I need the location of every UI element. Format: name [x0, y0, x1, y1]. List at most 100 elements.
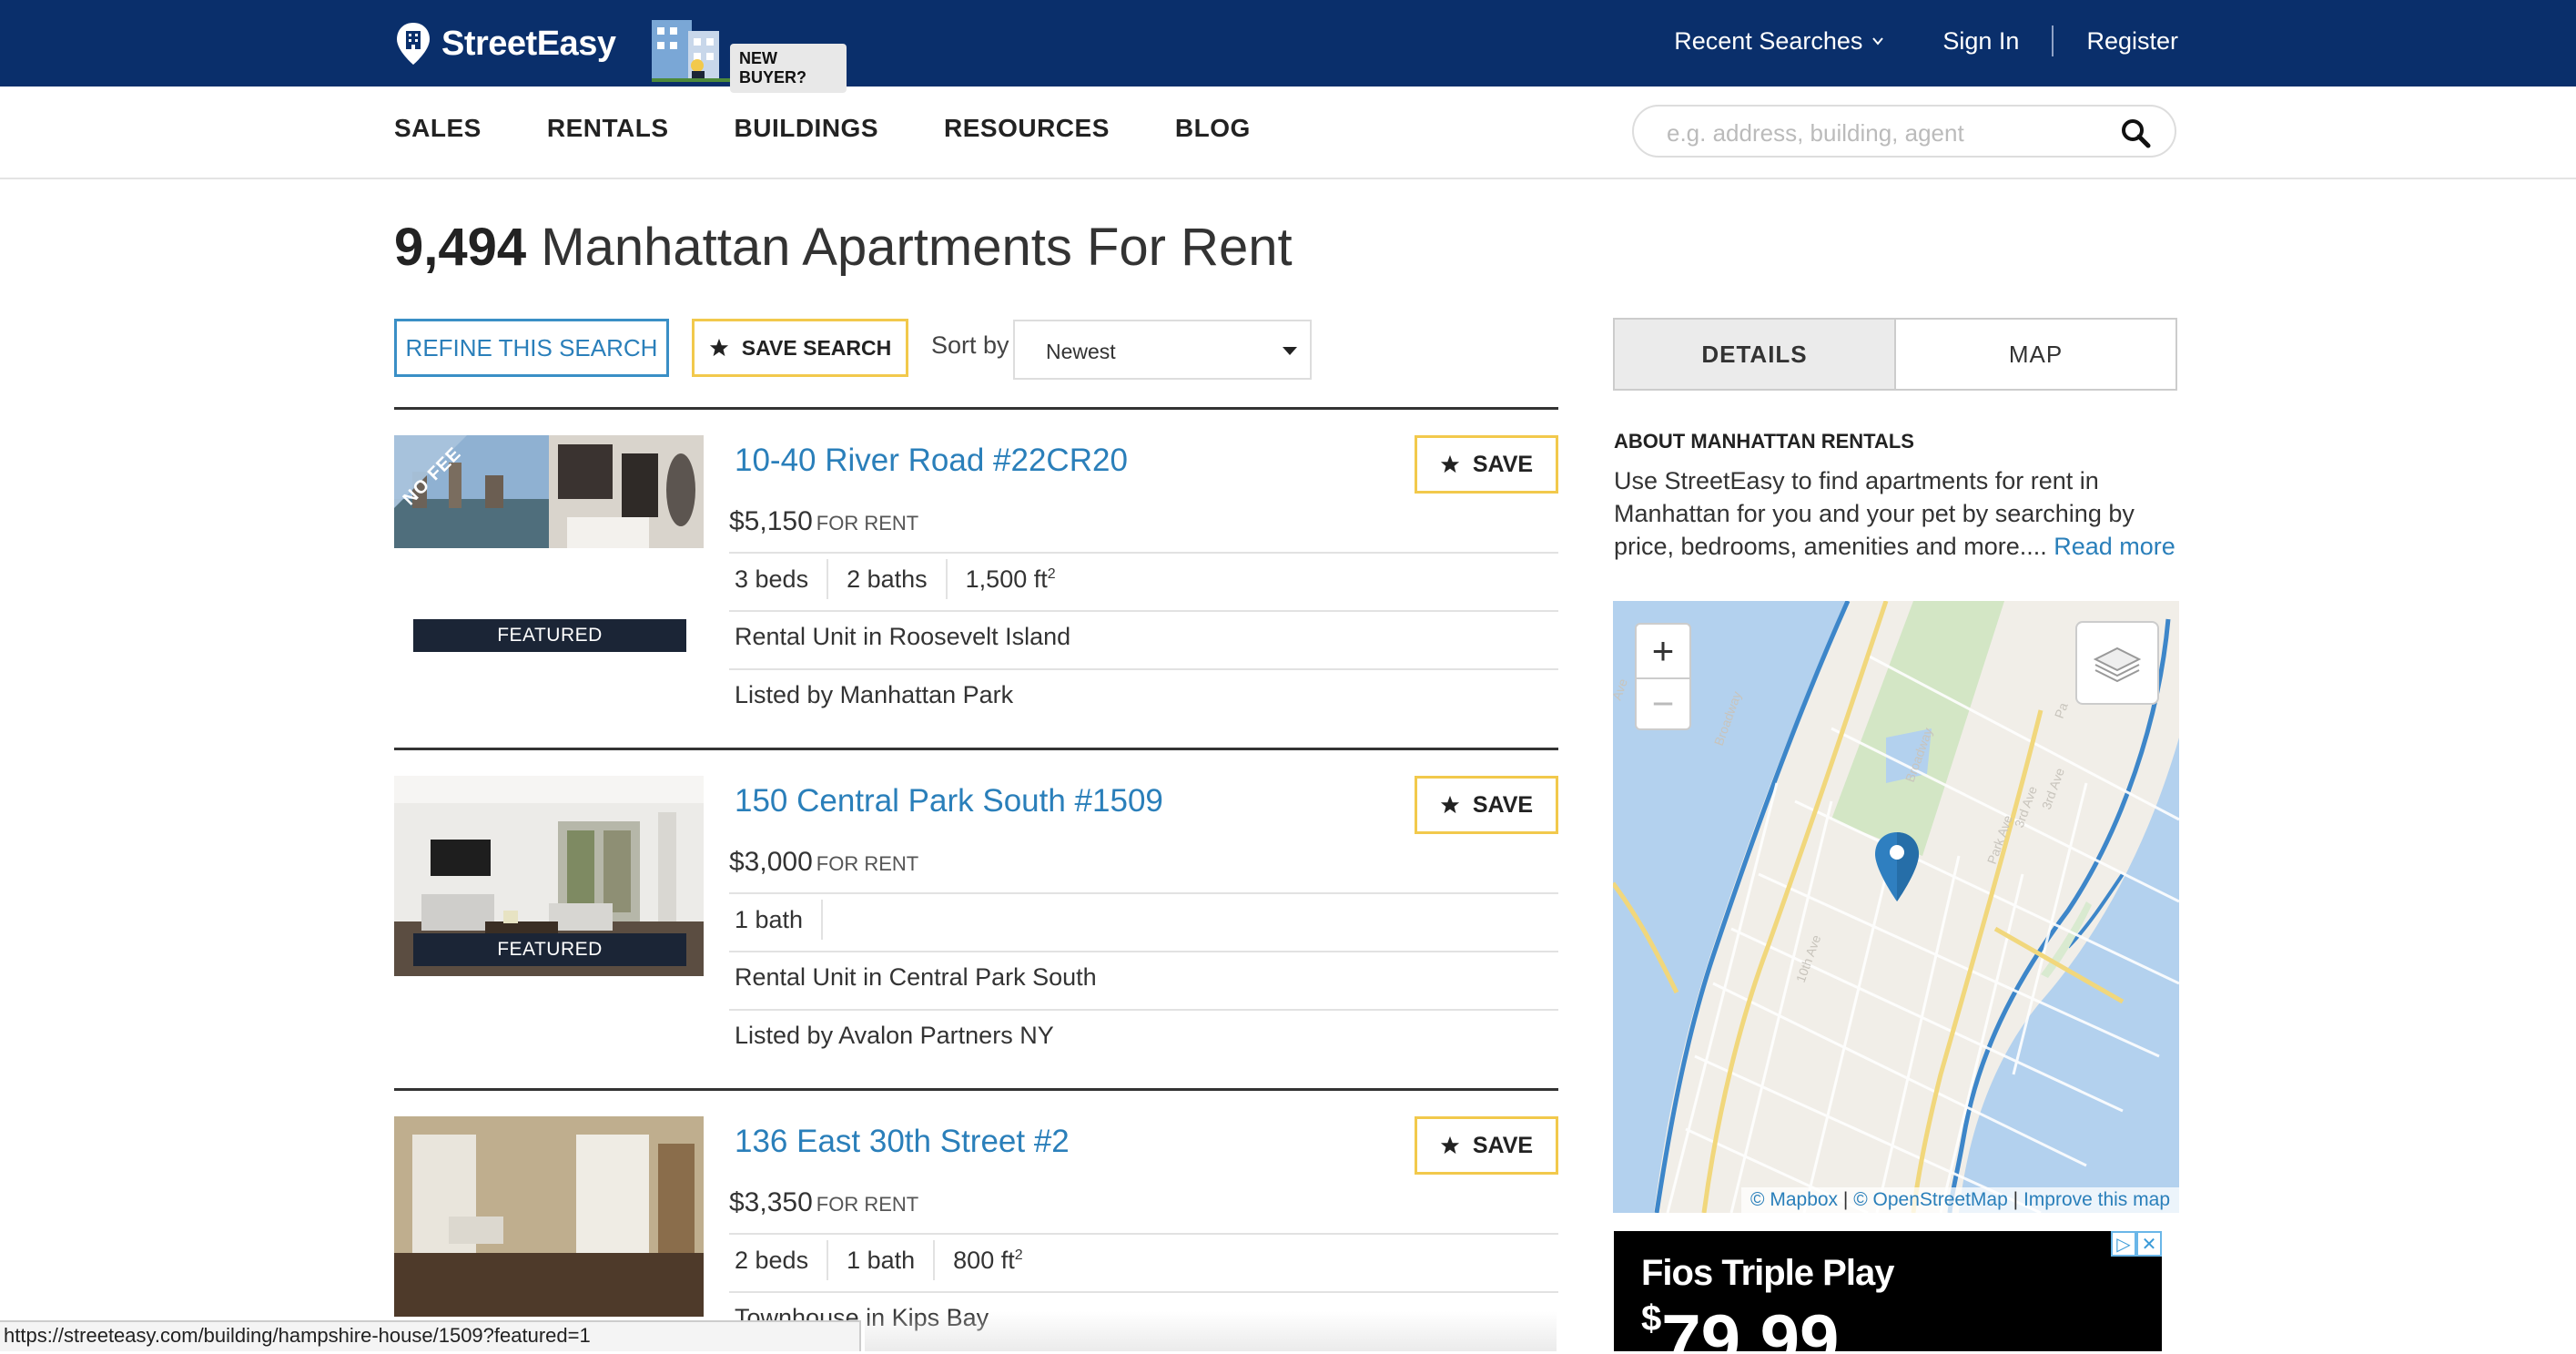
result-count: 9,494 — [394, 218, 527, 277]
tab-details[interactable]: DETAILS — [1615, 320, 1896, 389]
save-label: SAVE — [1472, 791, 1534, 818]
star-icon — [709, 338, 728, 357]
status-bar-url: https://streeteasy.com/building/hampshir… — [0, 1320, 861, 1351]
search-box — [1632, 105, 2176, 158]
new-buyer-promo[interactable]: NEW BUYER? — [652, 15, 847, 93]
listing-title[interactable]: 150 Central Park South #1509 — [735, 783, 1163, 820]
beds: 3 beds — [735, 565, 809, 593]
zoom-control: + − — [1635, 623, 1691, 730]
bottom-fade — [865, 1311, 1557, 1351]
new-buyer-badge: NEW BUYER? — [730, 44, 847, 93]
ad-title: Fios Triple Play — [1641, 1253, 1894, 1293]
listing-specs: 2 beds 1 bath 800 ft2 — [735, 1240, 1023, 1280]
layers-icon — [2093, 646, 2142, 683]
search-icon[interactable] — [2120, 117, 2151, 148]
result-title: Manhattan Apartments For Rent — [541, 218, 1293, 277]
chevron-down-icon[interactable] — [1871, 35, 1884, 47]
streeteasy-logo[interactable]: StreetEasy — [394, 20, 616, 67]
map-attribution: © Mapbox | © OpenStreetMap | Improve thi… — [1741, 1187, 2179, 1213]
page-title: 9,494 Manhattan Apartments For Rent — [394, 217, 1293, 278]
layers-button[interactable] — [2075, 621, 2159, 705]
advertisement[interactable]: Fios Triple Play $79.99 ▷ ✕ — [1614, 1231, 2162, 1351]
featured-badge: FEATURED — [413, 933, 686, 966]
save-listing-button[interactable]: SAVE — [1415, 1116, 1558, 1175]
price-value: $3,000 — [729, 847, 813, 877]
search-input[interactable] — [1665, 116, 2105, 150]
zoom-out-button[interactable]: − — [1637, 677, 1689, 730]
buildings-illustration-icon — [652, 20, 734, 82]
about-text: Use StreetEasy to find apartments for re… — [1614, 467, 2175, 560]
star-icon — [1440, 1135, 1459, 1155]
main-nav: SALES RENTALS BUILDINGS RESOURCES BLOG — [0, 87, 2576, 179]
listing-card: NO FEE FEATURED 10-40 River Road #22CR20… — [394, 407, 1558, 750]
divider — [729, 951, 1558, 952]
star-icon — [1440, 795, 1459, 814]
price-suffix: FOR RENT — [816, 852, 919, 875]
ad-choices[interactable]: ▷ ✕ — [2111, 1231, 2162, 1257]
sort-value: Newest — [1046, 340, 1116, 363]
price-suffix: FOR RENT — [816, 1193, 919, 1216]
ad-info-icon[interactable]: ▷ — [2111, 1231, 2136, 1257]
nav-resources[interactable]: RESOURCES — [944, 114, 1110, 143]
listed-by: Listed by Avalon Partners NY — [735, 1022, 1054, 1049]
save-listing-button[interactable]: SAVE — [1415, 776, 1558, 834]
star-icon — [1440, 454, 1459, 473]
caret-down-icon — [1283, 347, 1297, 355]
divider — [729, 610, 1558, 612]
divider — [729, 1233, 1558, 1235]
listing-type: Rental Unit in Central Park South — [735, 963, 1097, 991]
improve-map-link[interactable]: Improve this map — [2023, 1189, 2170, 1210]
openstreetmap-link[interactable]: © OpenStreetMap — [1853, 1189, 2008, 1210]
listing-title[interactable]: 136 East 30th Street #2 — [735, 1124, 1070, 1160]
account-nav: Recent Searches Sign In Register — [1674, 25, 2178, 56]
recent-searches-link[interactable]: Recent Searches — [1674, 27, 1862, 56]
nav-buildings[interactable]: BUILDINGS — [735, 114, 879, 143]
baths: 1 bath — [847, 1246, 916, 1274]
logo-pin-icon — [397, 23, 430, 65]
save-search-button[interactable]: SAVE SEARCH — [692, 319, 908, 377]
listing-photo-image — [394, 1116, 704, 1317]
save-label: SAVE — [1472, 1132, 1534, 1158]
baths: 1 bath — [735, 905, 804, 933]
listing-photo[interactable] — [394, 1116, 704, 1317]
price-value: $5,150 — [729, 506, 813, 536]
top-bar: StreetEasy NEW BUYER? Recent Searches Si… — [0, 0, 2576, 93]
read-more-link[interactable]: Read more — [2054, 533, 2175, 560]
mapbox-link[interactable]: © Mapbox — [1750, 1189, 1838, 1210]
register-link[interactable]: Register — [2086, 27, 2178, 56]
baths: 2 baths — [847, 565, 928, 593]
divider — [729, 1291, 1558, 1293]
divider — [729, 668, 1558, 670]
listed-by: Listed by Manhattan Park — [735, 681, 1014, 708]
nav-sales[interactable]: SALES — [394, 114, 482, 143]
size: 800 ft2 — [953, 1246, 1023, 1274]
tab-map[interactable]: MAP — [1896, 320, 2175, 389]
zoom-in-button[interactable]: + — [1637, 625, 1689, 679]
listing-type: Rental Unit in Roosevelt Island — [735, 623, 1071, 650]
save-listing-button[interactable]: SAVE — [1415, 435, 1558, 494]
listing-photo[interactable]: NO FEE — [394, 435, 704, 548]
sidebar-tabs: DETAILS MAP — [1613, 318, 2177, 391]
sort-select[interactable]: Newest — [1013, 320, 1312, 380]
listing-price: $5,150 FOR RENT — [729, 506, 918, 537]
sort-label: Sort by — [931, 331, 1009, 359]
divider — [729, 1009, 1558, 1011]
nav-blog[interactable]: BLOG — [1175, 114, 1251, 143]
divider — [729, 892, 1558, 894]
price-suffix: FOR RENT — [816, 512, 919, 534]
listing-card: FEATURED 150 Central Park South #1509 SA… — [394, 748, 1558, 1091]
nav-rentals[interactable]: RENTALS — [547, 114, 669, 143]
size: 1,500 ft2 — [965, 565, 1056, 593]
save-label: SAVE — [1472, 451, 1534, 477]
listing-price: $3,350 FOR RENT — [729, 1187, 918, 1218]
about-heading: ABOUT MANHATTAN RENTALS — [1614, 430, 1914, 453]
location-pin-icon[interactable] — [1873, 830, 1921, 903]
map[interactable]: Broadway Broadway Park Ave 3rd Ave 3rd A… — [1613, 601, 2179, 1213]
listing-specs: 1 bath — [735, 900, 841, 940]
refine-search-button[interactable]: REFINE THIS SEARCH — [394, 319, 669, 377]
ad-price: $79.99 — [1641, 1298, 1840, 1351]
listing-specs: 3 beds 2 baths 1,500 ft2 — [735, 559, 1056, 599]
sign-in-link[interactable]: Sign In — [1942, 27, 2019, 56]
listing-title[interactable]: 10-40 River Road #22CR20 — [735, 443, 1128, 479]
ad-close-icon[interactable]: ✕ — [2136, 1231, 2162, 1257]
